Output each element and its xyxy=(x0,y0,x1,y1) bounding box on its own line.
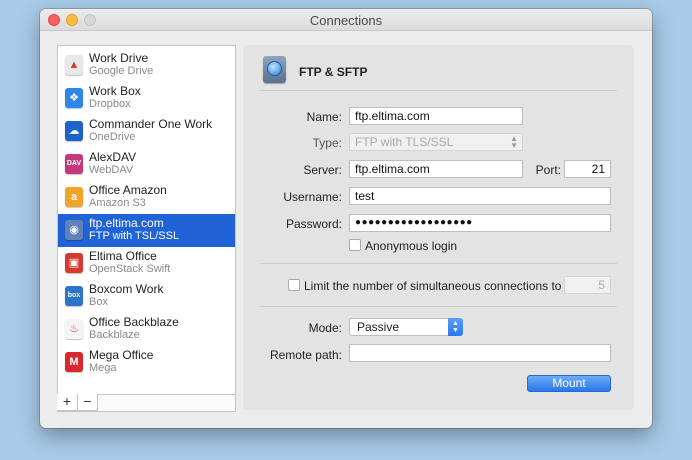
connection-item[interactable]: ▣ Eltima Office OpenStack Swift xyxy=(58,247,235,280)
webdav-icon: DAV xyxy=(65,154,83,174)
google-drive-icon: ▲ xyxy=(65,55,83,75)
password-label: Password: xyxy=(285,217,342,231)
connection-type: Box xyxy=(89,296,108,308)
server-label: Server: xyxy=(303,163,342,177)
window-title: Connections xyxy=(309,13,383,28)
connection-item[interactable]: box Boxcom Work Box xyxy=(58,280,235,313)
connection-name: Boxcom Work xyxy=(89,282,164,296)
chevron-updown-icon: ▲ ▼ xyxy=(510,134,518,150)
amazon-s3-icon: a xyxy=(65,187,83,207)
connection-item[interactable]: M Mega Office Mega xyxy=(58,346,235,379)
name-field[interactable]: ftp.eltima.com xyxy=(349,107,523,125)
type-value: FTP with TLS/SSL xyxy=(355,135,454,149)
connection-type: Amazon S3 xyxy=(89,197,146,209)
remote-path-label: Remote path: xyxy=(269,348,342,362)
connection-name: Mega Office xyxy=(89,348,154,362)
mount-button[interactable]: Mount xyxy=(527,375,611,392)
connections-window: Connections ▲ Work Drive Google Drive ❖ Work… xyxy=(40,9,652,428)
type-select[interactable]: FTP with TLS/SSL ▲ ▼ xyxy=(349,133,523,151)
remote-path-field[interactable] xyxy=(349,344,611,362)
connection-type: WebDAV xyxy=(89,164,134,176)
connection-name: Office Amazon xyxy=(89,183,167,197)
connection-item[interactable]: ◉ ftp.eltima.com FTP with TSL/SSL xyxy=(58,214,235,247)
name-label: Name: xyxy=(306,110,342,124)
username-field[interactable]: test xyxy=(349,187,611,205)
connection-name: AlexDAV xyxy=(89,150,137,164)
connections-limit-field[interactable]: 5 xyxy=(564,276,611,294)
connection-type: OpenStack Swift xyxy=(89,263,171,275)
mode-select[interactable]: Passive ▲ ▼ xyxy=(349,318,463,336)
divider xyxy=(260,263,617,264)
mode-label: Mode: xyxy=(308,321,342,335)
divider xyxy=(260,90,617,91)
type-label: Type: xyxy=(312,136,342,150)
sidebar-toolbar: + − xyxy=(57,394,235,411)
connection-type: OneDrive xyxy=(89,131,136,143)
connection-settings-panel: FTP & SFTP Name: ftp.eltima.com Type: FT… xyxy=(243,45,634,410)
ftp-globe-icon: ◉ xyxy=(65,220,83,240)
backblaze-icon: ♨ xyxy=(65,319,83,339)
port-label: Port: xyxy=(535,163,561,177)
connections-sidebar: ▲ Work Drive Google Drive ❖ Work Box Dropbox ☁… xyxy=(57,45,236,412)
remove-connection-button[interactable]: − xyxy=(77,394,98,411)
connection-name: Office Backblaze xyxy=(89,315,179,329)
chevron-updown-icon: ▲ ▼ xyxy=(448,318,463,336)
limit-connections-label: Limit the number of simultaneous connect… xyxy=(304,279,562,293)
limit-connections-checkbox[interactable] xyxy=(288,279,300,291)
box-icon: box xyxy=(65,286,83,306)
connection-item[interactable]: DAV AlexDAV WebDAV xyxy=(58,148,235,181)
connection-name: Work Box xyxy=(89,84,141,98)
ftp-globe-icon xyxy=(263,56,286,83)
anonymous-login-checkbox[interactable] xyxy=(349,239,361,251)
connection-type: Google Drive xyxy=(89,65,154,77)
dropbox-icon: ❖ xyxy=(65,88,83,108)
connections-list: ▲ Work Drive Google Drive ❖ Work Box Dropbox ☁… xyxy=(58,49,235,379)
connection-type: Backblaze xyxy=(89,329,140,341)
title-bar: Connections xyxy=(40,9,652,31)
add-connection-button[interactable]: + xyxy=(57,394,78,411)
connection-item[interactable]: ❖ Work Box Dropbox xyxy=(58,82,235,115)
connection-type: Dropbox xyxy=(89,98,131,110)
password-field[interactable]: ●●●●●●●●●●●●●●●●●● xyxy=(349,214,611,232)
connection-type: Mega xyxy=(89,362,117,374)
connection-name: Work Drive xyxy=(89,51,149,65)
connection-name: Eltima Office xyxy=(89,249,157,263)
panel-title: FTP & SFTP xyxy=(299,65,368,79)
connection-item[interactable]: ♨ Office Backblaze Backblaze xyxy=(58,313,235,346)
connection-name: Commander One Work xyxy=(89,117,213,131)
mode-value: Passive xyxy=(357,320,400,334)
onedrive-icon: ☁ xyxy=(65,121,83,141)
mega-icon: M xyxy=(65,352,83,372)
connection-item[interactable]: a Office Amazon Amazon S3 xyxy=(58,181,235,214)
openstack-icon: ▣ xyxy=(65,253,83,273)
connection-item[interactable]: ▲ Work Drive Google Drive xyxy=(58,49,235,82)
connection-item[interactable]: ☁ Commander One Work OneDrive xyxy=(58,115,235,148)
username-label: Username: xyxy=(283,190,342,204)
connection-name: ftp.eltima.com xyxy=(89,216,164,230)
server-field[interactable]: ftp.eltima.com xyxy=(349,160,523,178)
port-field[interactable]: 21 xyxy=(564,160,611,178)
anonymous-login-label: Anonymous login xyxy=(365,239,458,253)
connection-type: FTP with TSL/SSL xyxy=(89,230,180,242)
divider xyxy=(260,306,617,307)
